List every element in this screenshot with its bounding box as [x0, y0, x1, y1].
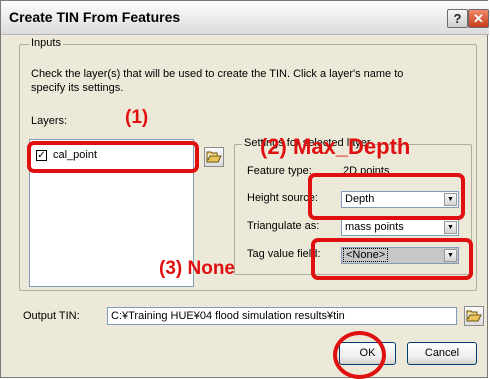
chevron-down-icon[interactable]: ▼ — [444, 221, 457, 234]
close-button[interactable]: ✕ — [468, 9, 489, 28]
browse-output-button[interactable] — [464, 306, 484, 326]
instructions-line-1: Check the layer(s) that will be used to … — [31, 68, 404, 80]
highlight-height-source — [308, 173, 465, 220]
output-tin-value: C:¥Training HUE¥04 flood simulation resu… — [111, 310, 345, 322]
help-button[interactable]: ? — [447, 9, 468, 28]
layers-label: Layers: — [31, 115, 68, 127]
highlight-layer-item — [27, 141, 199, 173]
output-tin-field[interactable]: C:¥Training HUE¥04 flood simulation resu… — [107, 307, 457, 325]
annotation-1: (1) — [125, 107, 149, 128]
highlight-tag-value — [311, 238, 473, 280]
cancel-button[interactable]: Cancel — [407, 342, 477, 365]
triangulate-select[interactable]: mass points ▼ — [341, 219, 459, 236]
annotation-3: (3) None — [159, 258, 235, 279]
instructions-line-2: specify its settings. — [31, 82, 124, 94]
inputs-legend: Inputs — [29, 37, 63, 49]
feature-type-label: Feature type: — [247, 165, 312, 177]
tag-value-label: Tag value field: — [247, 248, 321, 260]
open-folder-icon — [206, 151, 222, 163]
triangulate-value: mass points — [345, 221, 404, 233]
open-folder-button[interactable] — [204, 147, 224, 167]
title-bar: Create TIN From Features ? ✕ — [1, 1, 489, 35]
highlight-ok-button — [333, 331, 386, 379]
open-folder-icon — [466, 310, 482, 322]
annotation-2: (2) Max_Depth — [260, 134, 411, 159]
output-tin-label: Output TIN: — [23, 310, 80, 322]
dialog-title: Create TIN From Features — [9, 9, 181, 25]
create-tin-dialog: Create TIN From Features ? ✕ Inputs Chec… — [0, 0, 489, 379]
triangulate-label: Triangulate as: — [247, 220, 320, 232]
